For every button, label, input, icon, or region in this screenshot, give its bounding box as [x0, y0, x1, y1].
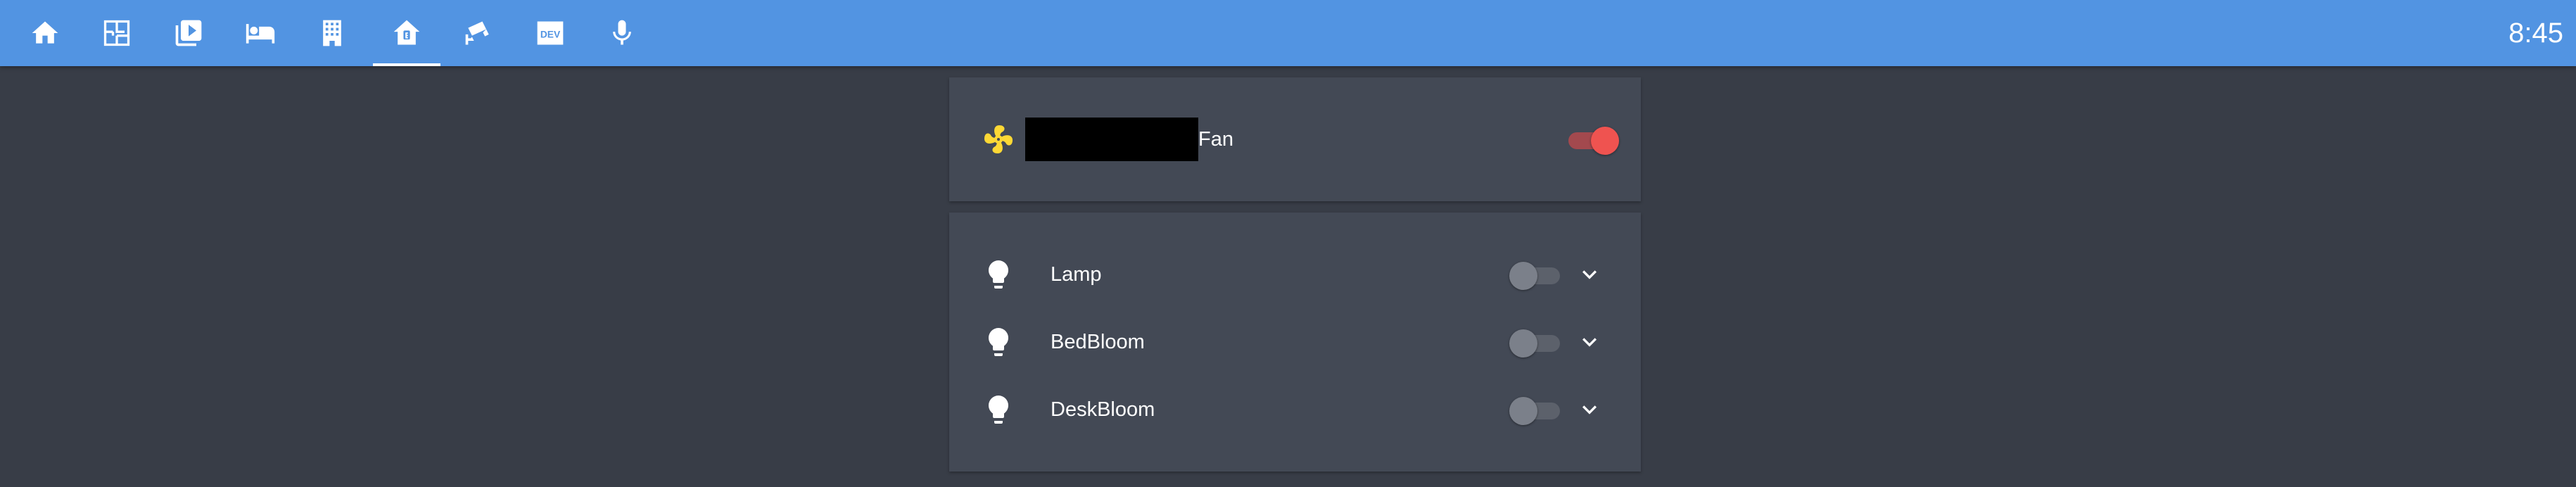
tab-media[interactable] — [155, 0, 222, 66]
chevron-down-icon[interactable] — [1575, 328, 1604, 356]
redacted-name — [1025, 118, 1198, 161]
lamp-toggle[interactable] — [1509, 260, 1563, 290]
fan-label: Fan — [1198, 128, 1233, 151]
tab-office[interactable] — [298, 0, 366, 66]
lightbulb-icon — [989, 396, 1008, 424]
svg-text:DEV: DEV — [540, 29, 561, 39]
light-label: DeskBloom — [1051, 398, 1155, 421]
office-building-icon — [323, 20, 341, 46]
bedbloom-toggle[interactable] — [1509, 328, 1563, 358]
light-label: BedBloom — [1051, 331, 1145, 353]
tab-dev[interactable]: DEV — [516, 0, 584, 66]
fan-toggle[interactable] — [1566, 125, 1619, 155]
chevron-down-icon[interactable] — [1575, 260, 1604, 289]
tab-floorplan[interactable] — [83, 0, 151, 66]
lightbulb-icon — [989, 260, 1008, 289]
lights-card: Lamp BedBloom DeskBloom — [949, 213, 1641, 472]
fan-card: Fan — [949, 77, 1641, 201]
light-row-bedbloom: BedBloom — [949, 314, 1641, 370]
dev-icon: DEV — [537, 21, 564, 45]
light-label: Lamp — [1051, 263, 1102, 286]
tab-home[interactable] — [11, 0, 79, 66]
fan-icon — [984, 125, 1013, 153]
home-badge-icon — [393, 20, 420, 45]
tab-security-camera[interactable] — [445, 0, 512, 66]
microphone-icon — [613, 20, 631, 45]
top-toolbar: DEV 8:45 — [0, 0, 2576, 66]
light-row-deskbloom: DeskBloom — [949, 381, 1641, 438]
tab-home-badge[interactable] — [373, 0, 440, 66]
home-icon — [32, 21, 58, 44]
tab-voice[interactable] — [588, 0, 656, 66]
media-playlist-icon — [175, 20, 202, 46]
bed-icon — [246, 24, 275, 44]
security-camera-icon — [465, 21, 489, 45]
lightbulb-icon — [989, 328, 1008, 356]
light-row-lamp: Lamp — [949, 246, 1641, 303]
chevron-down-icon[interactable] — [1575, 396, 1604, 424]
floorplan-icon — [103, 20, 130, 46]
tab-bedroom[interactable] — [227, 0, 294, 66]
deskbloom-toggle[interactable] — [1509, 396, 1563, 425]
clock: 8:45 — [2508, 18, 2563, 49]
